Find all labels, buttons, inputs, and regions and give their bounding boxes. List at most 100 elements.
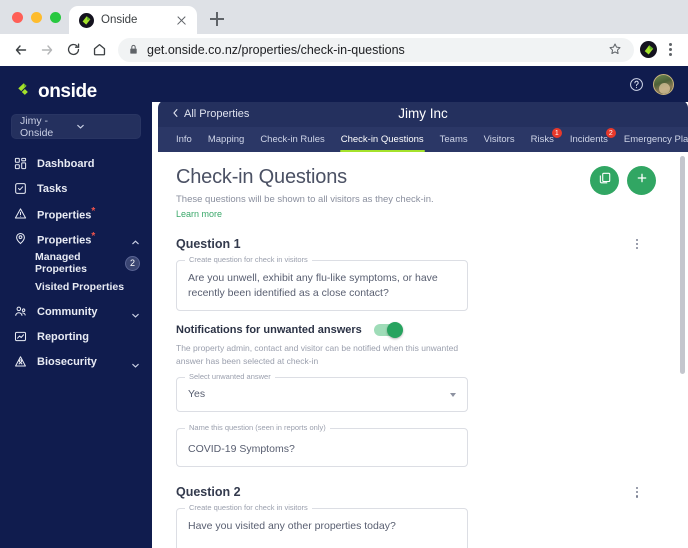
notifications-label: Notifications for unwanted answers (176, 324, 362, 337)
minimize-window-button[interactable] (31, 11, 42, 23)
property-header: All Properties Jimy Inc (158, 100, 688, 127)
sidebar-item-label: Tasks (37, 182, 68, 195)
tab-check-in-rules[interactable]: Check-in Rules (252, 127, 332, 152)
browser-menu-icon[interactable] (660, 39, 680, 61)
add-question-button[interactable] (627, 166, 656, 195)
tab-incidents[interactable]: Incidents 2 (562, 127, 616, 152)
sidebar-item-tasks[interactable]: Tasks (0, 176, 152, 201)
bookmark-star-icon[interactable] (608, 42, 624, 58)
tab-label: Mapping (207, 134, 245, 145)
help-circle-icon[interactable] (629, 77, 644, 92)
chevron-up-icon[interactable] (131, 234, 140, 245)
org-selector[interactable]: Jimy - Onside (11, 114, 141, 139)
question-options-menu-icon[interactable] (630, 484, 644, 500)
browser-tab-strip: Onside (0, 0, 688, 34)
question-text-field[interactable]: Create question for check in visitors Ar… (176, 255, 468, 312)
tab-label: Teams (439, 134, 468, 145)
onside-favicon-icon (79, 12, 94, 28)
field-label: Create question for check in visitors (185, 503, 312, 513)
onside-logo[interactable]: onside (0, 76, 152, 114)
check-in-questions-panel: Check-in Questions These questions will … (158, 152, 688, 548)
field-value: COVID-19 Symptoms? (188, 443, 295, 456)
chevron-left-icon (172, 105, 179, 123)
copy-icon (598, 171, 612, 190)
field-label: Select unwanted answer (185, 371, 275, 381)
notifications-description: The property admin, contact and visitor … (176, 343, 459, 367)
window-controls (10, 0, 69, 34)
properties-pin-icon (14, 232, 28, 246)
question-block: Question 2 Create question for check in … (176, 484, 670, 548)
tab-risks[interactable]: Risks 1 (523, 127, 562, 152)
field-value: Have you visited any other properties to… (188, 520, 396, 533)
sidebar-item-community[interactable]: Community (0, 299, 152, 324)
sidebar-item-dashboard[interactable]: Dashboard (0, 151, 152, 176)
learn-more-link[interactable]: Learn more (176, 209, 670, 219)
question-heading: Question 2 (176, 485, 241, 500)
reload-icon[interactable] (60, 37, 86, 63)
user-avatar[interactable] (653, 73, 674, 95)
tab-check-in-questions[interactable]: Check-in Questions (333, 127, 432, 152)
app-topbar (152, 66, 688, 102)
app-sidebar: onside Jimy - Onside Dashboard Tasks Pro… (0, 66, 152, 548)
close-tab-icon[interactable] (174, 13, 189, 28)
incidents-warning-icon (14, 207, 28, 221)
sidebar-item-biosecurity[interactable]: Biosecurity (0, 349, 152, 374)
browser-window: Onside get.onside.co.nz/properties/check… (0, 0, 688, 548)
duplicate-questions-button[interactable] (590, 166, 619, 195)
risks-count-badge: 1 (551, 128, 562, 138)
maximize-window-button[interactable] (50, 11, 61, 23)
sidebar-item-properties[interactable]: Properties* (0, 226, 152, 251)
unwanted-answer-select[interactable]: Select unwanted answer Yes (176, 371, 468, 413)
plus-icon (635, 171, 649, 190)
sidebar-item-label: Biosecurity (37, 355, 97, 368)
lock-icon (128, 44, 139, 55)
chevron-down-icon (450, 392, 456, 397)
community-people-icon (14, 305, 28, 319)
sidebar-item-reporting[interactable]: Reporting (0, 324, 152, 349)
tab-teams[interactable]: Teams (432, 127, 476, 152)
question-options-menu-icon[interactable] (630, 236, 644, 252)
sidebar-subitem-visited-properties[interactable]: Visited Properties (0, 275, 152, 299)
notifications-toggle[interactable] (373, 322, 403, 339)
sidebar-subitem-label: Visited Properties (35, 281, 125, 293)
field-label: Create question for check in visitors (185, 255, 312, 264)
chevron-down-icon[interactable] (131, 357, 140, 368)
page-subtitle: These questions will be shown to all vis… (176, 194, 434, 205)
browser-toolbar: get.onside.co.nz/properties/check-in-que… (0, 34, 688, 66)
tab-info[interactable]: Info (168, 127, 200, 152)
forward-arrow-icon[interactable] (34, 37, 60, 63)
new-tab-button[interactable] (203, 5, 231, 33)
sidebar-item-label: Properties* (37, 230, 96, 247)
sidebar-item-label: Dashboard (37, 157, 95, 170)
address-bar[interactable]: get.onside.co.nz/properties/check-in-que… (118, 37, 634, 62)
tab-emergency-plan[interactable]: Emergency Plan (616, 127, 688, 152)
page-actions (590, 166, 656, 195)
url-text: get.onside.co.nz/properties/check-in-que… (147, 42, 405, 57)
content-scrollbar[interactable] (680, 156, 685, 374)
sidebar-item-label: Reporting (37, 330, 89, 343)
sidebar-subitem-managed-properties[interactable]: Managed Properties 2 (0, 251, 152, 275)
question-name-field[interactable]: Name this question (seen in reports only… (176, 423, 468, 468)
onside-extension-icon[interactable] (640, 41, 657, 58)
close-window-button[interactable] (12, 11, 23, 23)
tab-mapping[interactable]: Mapping (200, 127, 252, 152)
tasks-icon (14, 182, 28, 196)
reporting-chart-icon (14, 330, 28, 344)
biosecurity-icon (14, 355, 28, 369)
back-arrow-icon[interactable] (8, 37, 34, 63)
tab-label: Info (176, 134, 192, 145)
question-block: Question 1 Create question for check in … (176, 236, 670, 468)
all-properties-back-link[interactable]: All Properties (172, 105, 249, 123)
sidebar-subitem-label: Managed Properties (35, 251, 87, 275)
chevron-down-icon[interactable] (131, 307, 140, 318)
sidebar-item-incidents[interactable]: Properties* (0, 201, 152, 226)
tab-label: Check-in Rules (260, 134, 325, 145)
tab-visitors[interactable]: Visitors (476, 127, 523, 152)
question-text-field[interactable]: Create question for check in visitors Ha… (176, 503, 468, 548)
home-icon[interactable] (86, 37, 112, 63)
chevron-down-icon (76, 122, 132, 131)
browser-tab[interactable]: Onside (69, 6, 197, 34)
question-header: Question 2 (176, 484, 670, 500)
property-tabs: Info Mapping Check-in Rules Check-in Que… (158, 127, 688, 152)
field-value: Are you unwell, exhibit any flu-like sym… (188, 272, 438, 300)
